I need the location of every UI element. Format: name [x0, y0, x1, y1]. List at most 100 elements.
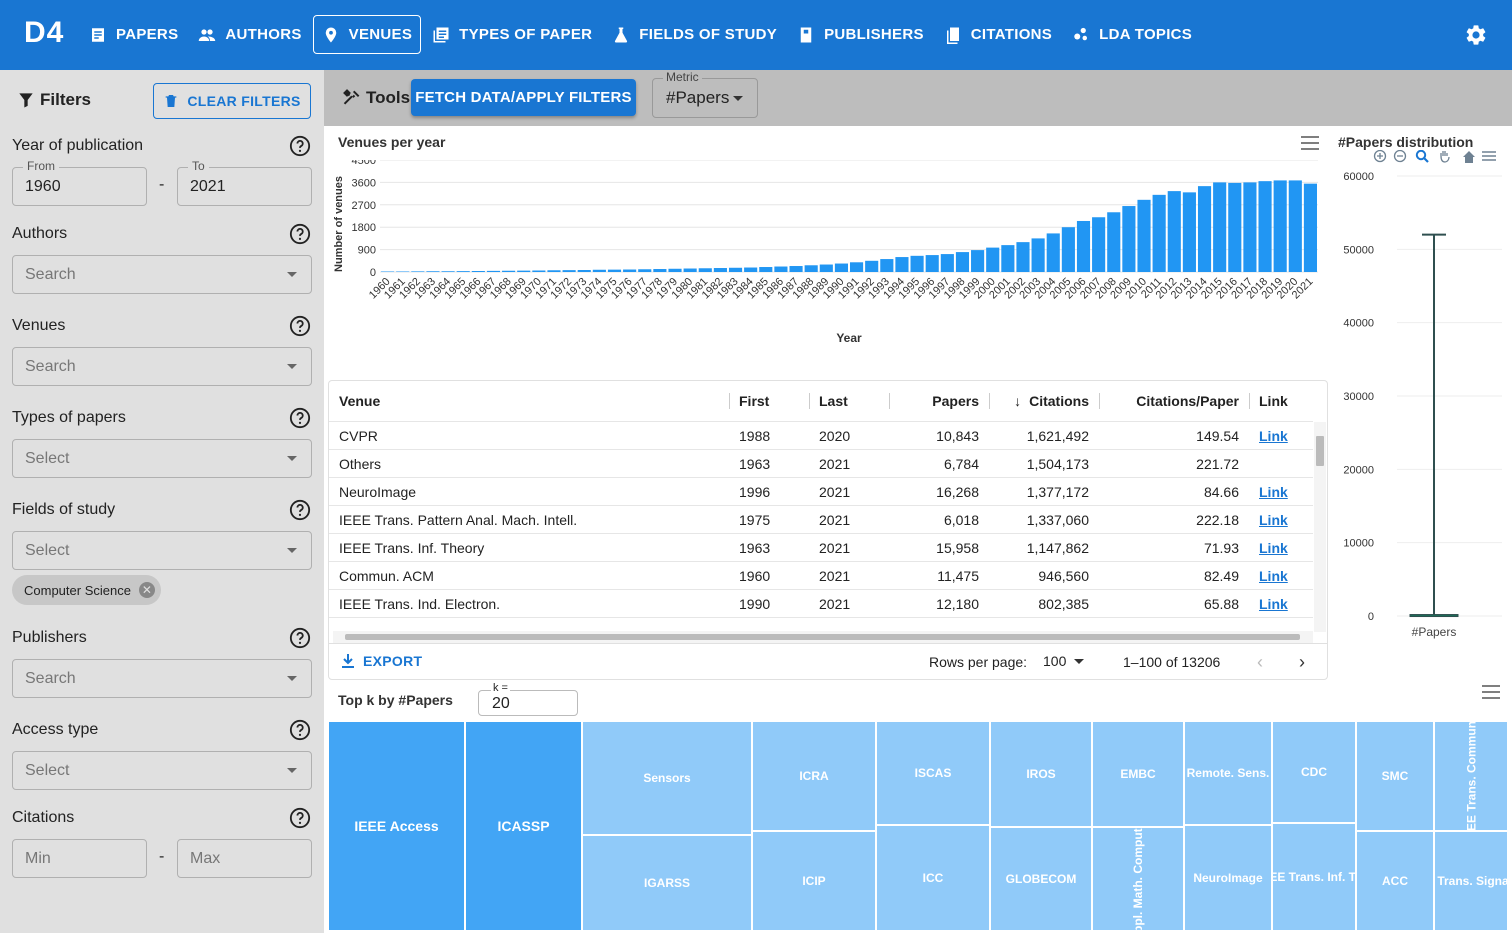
sort-desc-icon[interactable]: ↓	[1014, 393, 1021, 409]
column-separator[interactable]	[889, 393, 890, 409]
table-row[interactable]: ICRA 1984 2021 24,846 789,164 31.88 Link	[329, 617, 1313, 626]
table-row[interactable]: Commun. ACM 1960 2021 11,475 946,560 82.49 Lin…	[329, 561, 1313, 589]
fields-select[interactable]: Select	[12, 531, 312, 570]
zoom-select-icon[interactable]	[1415, 150, 1429, 163]
year-from-input[interactable]: From 1960	[12, 159, 147, 206]
treemap-menu-icon[interactable]	[1482, 685, 1500, 699]
treemap-tile[interactable]: IROS	[990, 721, 1092, 827]
home-icon[interactable]	[1463, 151, 1475, 163]
treemap-tile[interactable]: GLOBECOM	[990, 827, 1092, 931]
column-separator[interactable]	[989, 393, 990, 409]
treemap-tile[interactable]: IEEE Trans. Inf. The	[1272, 823, 1356, 931]
venue-link[interactable]: Link	[1259, 422, 1309, 450]
treemap-tile[interactable]: ACC	[1356, 831, 1434, 931]
scroll-thumb[interactable]	[1316, 436, 1324, 466]
venue-link[interactable]: Link	[1259, 478, 1309, 506]
pan-icon[interactable]	[1440, 151, 1450, 163]
venue-link[interactable]: Link	[1259, 618, 1309, 626]
treemap-tile[interactable]: ppl. Math. Comput.	[1092, 827, 1184, 931]
table-row[interactable]: NeuroImage 1996 2021 16,268 1,377,172 84.66 Li…	[329, 477, 1313, 505]
nav-tab-authors[interactable]: AUTHORS	[189, 15, 310, 54]
treemap-tile[interactable]: Sensors	[582, 721, 752, 835]
table-row[interactable]: IEEE Trans. Inf. Theory 1963 2021 15,958 1,1…	[329, 533, 1313, 561]
treemap-tile[interactable]: IEE Trans. Commun.	[1434, 721, 1508, 831]
rows-per-page-select[interactable]: 100	[1043, 653, 1085, 669]
zoom-in-icon[interactable]	[1373, 150, 1387, 163]
treemap-tile[interactable]: ICASSP	[465, 721, 582, 931]
treemap-tile[interactable]: SMC	[1356, 721, 1434, 831]
citations-max-input[interactable]: Max	[177, 839, 312, 878]
column-header-citations[interactable]: ↓ Citations	[999, 381, 1089, 421]
column-separator[interactable]	[1249, 393, 1250, 409]
citations-min-input[interactable]: Min	[12, 839, 147, 878]
authors-search[interactable]: Search	[12, 255, 312, 294]
nav-tab-fields-of-study[interactable]: FIELDS OF STUDY	[603, 15, 786, 54]
gear-icon[interactable]	[1464, 23, 1488, 47]
nav-tab-venues[interactable]: VENUES	[312, 15, 422, 54]
treemap-tile[interactable]: Remote. Sens.	[1184, 721, 1272, 825]
export-button[interactable]: EXPORT	[341, 653, 422, 669]
k-input[interactable]: k = 20	[478, 682, 578, 716]
nav-tab-publishers[interactable]: PUBLISHERS	[788, 15, 933, 54]
column-header-papers[interactable]: Papers	[899, 381, 979, 421]
help-icon[interactable]	[289, 807, 311, 829]
scroll-thumb[interactable]	[345, 634, 1300, 640]
treemap-tile[interactable]: ICC	[876, 825, 990, 931]
field-chip[interactable]: Computer Science ✕	[12, 575, 161, 605]
column-separator[interactable]	[809, 393, 810, 409]
menu-icon[interactable]	[1482, 151, 1496, 161]
metric-select[interactable]: Metric #Papers	[652, 70, 758, 118]
help-icon[interactable]	[289, 627, 311, 649]
year-to-input[interactable]: To 2021	[177, 159, 312, 206]
table-row[interactable]: CVPR 1988 2020 10,843 1,621,492 149.54 Link	[329, 421, 1313, 449]
treemap-tile[interactable]: ICRA	[752, 721, 876, 831]
help-icon[interactable]	[289, 315, 311, 337]
venues-search[interactable]: Search	[12, 347, 312, 386]
treemap-tile[interactable]: EMBC	[1092, 721, 1184, 827]
publishers-search[interactable]: Search	[12, 659, 312, 698]
help-icon[interactable]	[289, 407, 311, 429]
column-separator[interactable]	[1099, 393, 1100, 409]
nav-tab-citations[interactable]: CITATIONS	[935, 15, 1061, 54]
table-row[interactable]: IEEE Trans. Ind. Electron. 1990 2021 12,180…	[329, 589, 1313, 617]
access-select[interactable]: Select	[12, 751, 312, 790]
treemap-tile[interactable]: IEEE Access	[328, 721, 465, 931]
help-icon[interactable]	[289, 135, 311, 157]
column-header-link[interactable]: Link	[1259, 381, 1309, 421]
help-icon[interactable]	[289, 223, 311, 245]
table-row[interactable]: IEEE Trans. Pattern Anal. Mach. Intell. 1…	[329, 505, 1313, 533]
column-header-last[interactable]: Last	[819, 381, 879, 421]
prev-page-icon[interactable]: ‹	[1257, 652, 1263, 673]
treemap-tile[interactable]: IEEE Trans. Signal Pro	[1434, 831, 1508, 931]
venue-link[interactable]	[1259, 450, 1309, 478]
next-page-icon[interactable]: ›	[1299, 652, 1305, 673]
venue-link[interactable]: Link	[1259, 534, 1309, 562]
help-icon[interactable]	[289, 499, 311, 521]
nav-tab-lda-topics[interactable]: LDA TOPICS	[1063, 15, 1201, 54]
treemap-tile[interactable]: NeuroImage	[1184, 825, 1272, 931]
column-header-venue[interactable]: Venue	[339, 381, 719, 421]
nav-tab-papers[interactable]: PAPERS	[80, 15, 187, 54]
treemap-tile[interactable]: CDC	[1272, 721, 1356, 823]
column-header-citations-paper[interactable]: Citations/Paper	[1109, 381, 1239, 421]
venue-link[interactable]: Link	[1259, 506, 1309, 534]
vertical-scrollbar[interactable]	[1314, 422, 1326, 632]
brand-logo[interactable]: D4	[24, 16, 64, 50]
clear-filters-button[interactable]: CLEAR FILTERS	[153, 83, 311, 119]
chip-remove-icon[interactable]: ✕	[138, 582, 155, 598]
treemap-tile[interactable]: IGARSS	[582, 835, 752, 931]
treemap-tile[interactable]: ICIP	[752, 831, 876, 931]
column-header-first[interactable]: First	[739, 381, 799, 421]
treemap-tile[interactable]: ISCAS	[876, 721, 990, 825]
chart-menu-icon[interactable]	[1301, 136, 1319, 150]
help-icon[interactable]	[289, 719, 311, 741]
nav-tab-types-of-paper[interactable]: TYPES OF PAPER	[423, 15, 601, 54]
horizontal-scrollbar[interactable]	[333, 631, 1313, 643]
column-separator[interactable]	[729, 393, 730, 409]
venue-link[interactable]: Link	[1259, 590, 1309, 618]
venue-link[interactable]: Link	[1259, 562, 1309, 590]
fetch-data-button[interactable]: FETCH DATA/APPLY FILTERS	[411, 79, 636, 116]
zoom-out-icon[interactable]	[1393, 150, 1407, 163]
table-row[interactable]: Others 1963 2021 6,784 1,504,173 221.72	[329, 449, 1313, 477]
types-select[interactable]: Select	[12, 439, 312, 478]
